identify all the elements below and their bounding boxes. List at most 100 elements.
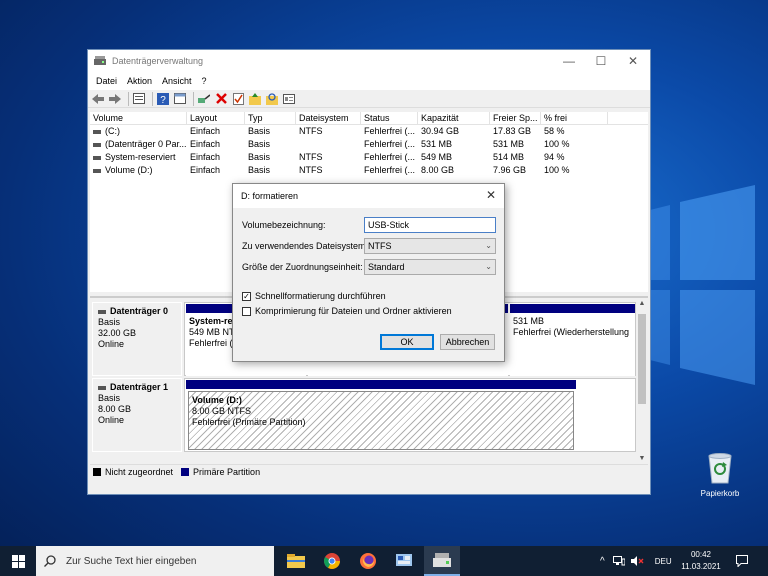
volume-label-input[interactable]: USB-Stick: [364, 217, 496, 233]
cell-kapazitaet: 531 MB: [421, 139, 453, 149]
disk-1[interactable]: Datenträger 1 Basis 8.00 GB Online Volum…: [92, 378, 636, 452]
minimize-button[interactable]: —: [552, 50, 586, 72]
folder-up-icon[interactable]: [248, 92, 262, 106]
scroll-down-icon[interactable]: ▼: [636, 455, 648, 462]
compression-checkbox[interactable]: [242, 306, 251, 316]
cell-layout: Einfach: [190, 126, 221, 136]
cell-dateisystem: NTFS: [299, 126, 323, 136]
volume-icon: [93, 155, 101, 160]
start-button[interactable]: [0, 546, 36, 576]
help-icon[interactable]: ?: [156, 92, 170, 106]
disk-0-label[interactable]: Datenträger 0 Basis 32.00 GB Online: [92, 302, 182, 376]
table-row[interactable]: Volume (D:) Einfach Basis NTFS Fehlerfre…: [90, 164, 648, 177]
cell-status: Fehlerfrei (...: [364, 126, 416, 136]
table-row[interactable]: (C:) Einfach Basis NTFS Fehlerfrei (... …: [90, 125, 648, 138]
scroll-thumb[interactable]: [638, 314, 646, 404]
quick-format-checkbox[interactable]: ✓: [242, 291, 251, 301]
folder-search-icon[interactable]: [265, 92, 279, 106]
cell-typ: Basis: [248, 152, 271, 162]
dialog-close-button[interactable]: ✕: [486, 188, 496, 202]
cell-typ: Basis: [248, 126, 271, 136]
cell-volume: (C:): [105, 126, 120, 136]
toolbar-separator: [193, 91, 194, 106]
check-icon[interactable]: [231, 92, 245, 106]
menu-datei[interactable]: Datei: [91, 76, 122, 86]
cell-kapazitaet: 549 MB: [421, 152, 453, 162]
notification-center-button[interactable]: [736, 546, 748, 576]
cell-freier-speicher: 514 MB: [493, 152, 525, 162]
filesystem-value: NTFS: [368, 241, 392, 251]
column-header-prozent-frei[interactable]: % frei: [541, 112, 608, 124]
volume-label-label: Volumebezeichnung:: [242, 220, 326, 230]
back-icon[interactable]: [91, 92, 105, 106]
network-icon[interactable]: [612, 556, 625, 566]
toolbar-separator: [128, 91, 129, 106]
language-indicator[interactable]: DEU: [655, 557, 672, 566]
column-header-typ[interactable]: Typ: [245, 112, 296, 124]
disk-icon: [98, 385, 106, 390]
search-icon: [44, 555, 56, 567]
partition-d[interactable]: Volume (D:) 8.00 GB NTFS Fehlerfrei (Pri…: [186, 380, 576, 452]
maximize-button[interactable]: ☐: [584, 50, 618, 72]
allocation-size-select[interactable]: Standard ⌄: [364, 259, 496, 275]
taskbar-search[interactable]: Zur Suche Text hier eingeben: [36, 546, 274, 576]
taskbar-disk-management[interactable]: [424, 546, 460, 576]
volume-icon: [93, 168, 101, 173]
view-icon[interactable]: [282, 92, 296, 106]
taskbar: Zur Suche Text hier eingeben ^ DEU 00:42…: [0, 546, 768, 576]
system-tray: ^ DEU: [600, 546, 672, 576]
disk-0-state: Online: [98, 339, 125, 349]
disk-map-scrollbar[interactable]: ▲ ▼: [636, 300, 648, 462]
disk-0-size: 32.00 GB: [98, 328, 137, 338]
dialog-title-bar[interactable]: D: formatieren ✕: [233, 184, 504, 208]
ok-button[interactable]: OK: [380, 334, 434, 350]
disk-1-state: Online: [98, 415, 125, 425]
cell-kapazitaet: 8.00 GB: [421, 165, 455, 175]
cell-freier-speicher: 7.96 GB: [493, 165, 527, 175]
table-row[interactable]: (Datenträger 0 Par... Einfach Basis Fehl…: [90, 138, 648, 151]
taskbar-clock[interactable]: 00:42 11.03.2021: [676, 549, 726, 573]
cell-freier-speicher: 17.83 GB: [493, 126, 532, 136]
column-header-kapazitaet[interactable]: Kapazität: [418, 112, 490, 124]
column-header-freier-speicher[interactable]: Freier Sp...: [490, 112, 541, 124]
scroll-up-icon[interactable]: ▲: [636, 300, 648, 307]
column-header-volume[interactable]: Volume: [90, 112, 187, 124]
close-button[interactable]: ✕: [616, 50, 650, 72]
chevron-up-icon[interactable]: ^: [600, 556, 605, 567]
taskbar-control-panel[interactable]: [386, 546, 422, 576]
forward-icon[interactable]: [108, 92, 122, 106]
cell-prozent-frei: 58 %: [544, 126, 565, 136]
connect-icon[interactable]: [197, 92, 211, 106]
console-icon[interactable]: [173, 92, 187, 106]
column-header-layout[interactable]: Layout: [187, 112, 245, 124]
partition-size: 531 MB: [513, 316, 545, 326]
filesystem-label: Zu verwendendes Dateisystem:: [242, 241, 369, 251]
taskbar-firefox[interactable]: [350, 546, 386, 576]
menu-aktion[interactable]: Aktion: [122, 76, 157, 86]
column-header-status[interactable]: Status: [361, 112, 418, 124]
partition-recovery[interactable]: 531 MB Fehlerfrei (Wiederherstellung: [510, 304, 635, 376]
clock-time: 00:42: [690, 550, 712, 559]
windows-start-icon: [11, 554, 25, 568]
dialog-title: D: formatieren: [241, 191, 299, 201]
disk-1-label[interactable]: Datenträger 1 Basis 8.00 GB Online: [92, 378, 182, 452]
column-header-dateisystem[interactable]: Dateisystem: [296, 112, 361, 124]
cell-typ: Basis: [248, 139, 271, 149]
title-bar[interactable]: Datenträgerverwaltung — ☐ ✕: [88, 50, 650, 72]
volume-muted-icon[interactable]: [630, 556, 645, 566]
compression-option[interactable]: Komprimierung für Dateien und Ordner akt…: [242, 303, 452, 319]
properties-icon[interactable]: [132, 92, 146, 106]
filesystem-select[interactable]: NTFS ⌄: [364, 238, 496, 254]
recycle-bin-shortcut[interactable]: Papierkorb: [694, 452, 746, 498]
delete-icon[interactable]: [214, 92, 228, 106]
taskbar-file-explorer[interactable]: [278, 546, 314, 576]
firefox-icon: [360, 553, 376, 569]
menu-ansicht[interactable]: Ansicht: [157, 76, 197, 86]
cell-typ: Basis: [248, 165, 271, 175]
table-row[interactable]: System-reserviert Einfach Basis NTFS Feh…: [90, 151, 648, 164]
recycle-bin-icon: [708, 453, 732, 484]
menu-help[interactable]: ?: [197, 76, 212, 86]
taskbar-chrome[interactable]: [314, 546, 350, 576]
quick-format-option[interactable]: ✓ Schnellformatierung durchführen: [242, 288, 386, 304]
cancel-button[interactable]: Abbrechen: [440, 334, 495, 350]
